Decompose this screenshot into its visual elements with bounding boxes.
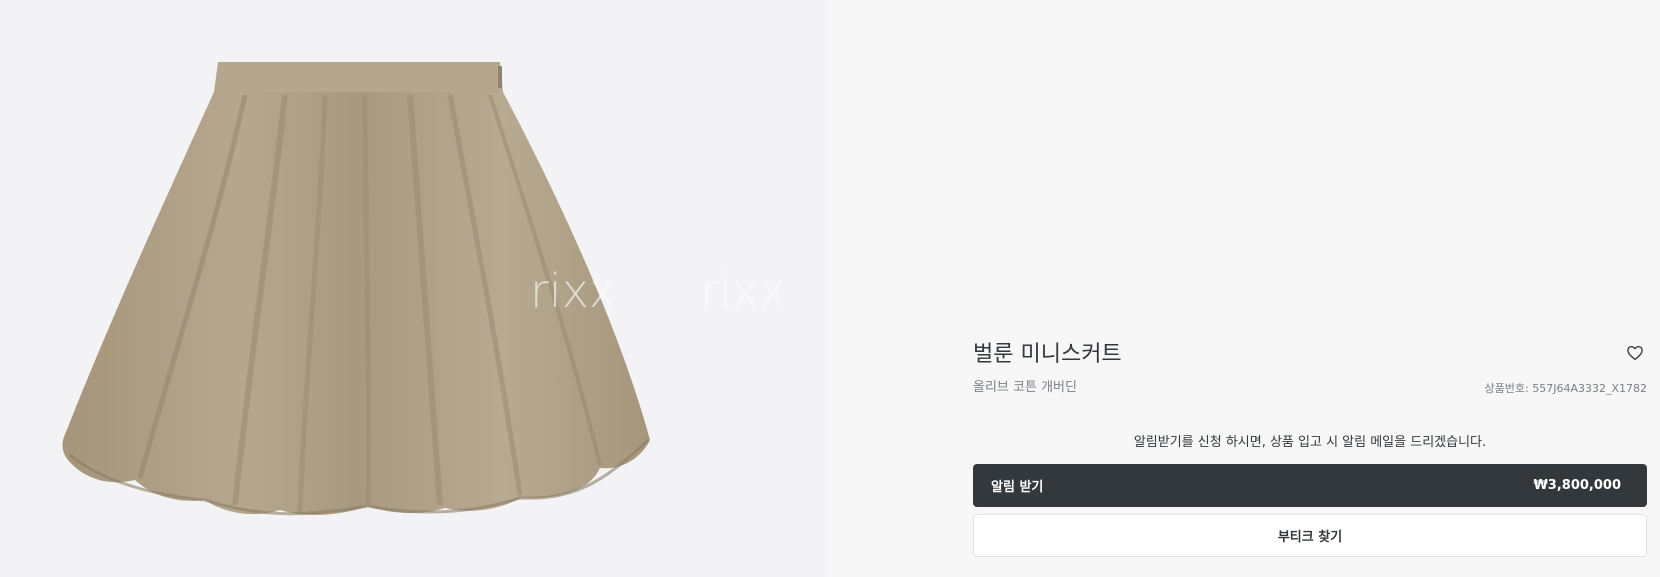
product-material: 올리브 코튼 개버딘 (973, 380, 1077, 395)
product-title: 벌룬 미니스커트 (973, 342, 1122, 367)
notify-me-button[interactable]: 알림 받기 ₩3,800,000 (973, 464, 1647, 507)
notify-button-label: 알림 받기 (991, 480, 1044, 495)
product-image[interactable] (0, 0, 828, 577)
heart-outline-icon (1627, 345, 1643, 361)
product-image-pane (0, 0, 828, 577)
find-boutique-button[interactable]: 부티크 찾기 (973, 514, 1647, 557)
restock-notice: 알림받기를 신청 하시면, 상품 입고 시 알림 메일을 드리겠습니다. (1133, 435, 1487, 450)
product-price: ₩3,800,000 (1533, 478, 1621, 493)
sku-label: 상품번호: (1484, 382, 1533, 395)
product-sku: 상품번호: 557J64A3332_X1782 (1485, 380, 1647, 396)
sku-value: 557J64A3332_X1782 (1532, 382, 1647, 395)
wishlist-button[interactable] (1626, 344, 1644, 362)
